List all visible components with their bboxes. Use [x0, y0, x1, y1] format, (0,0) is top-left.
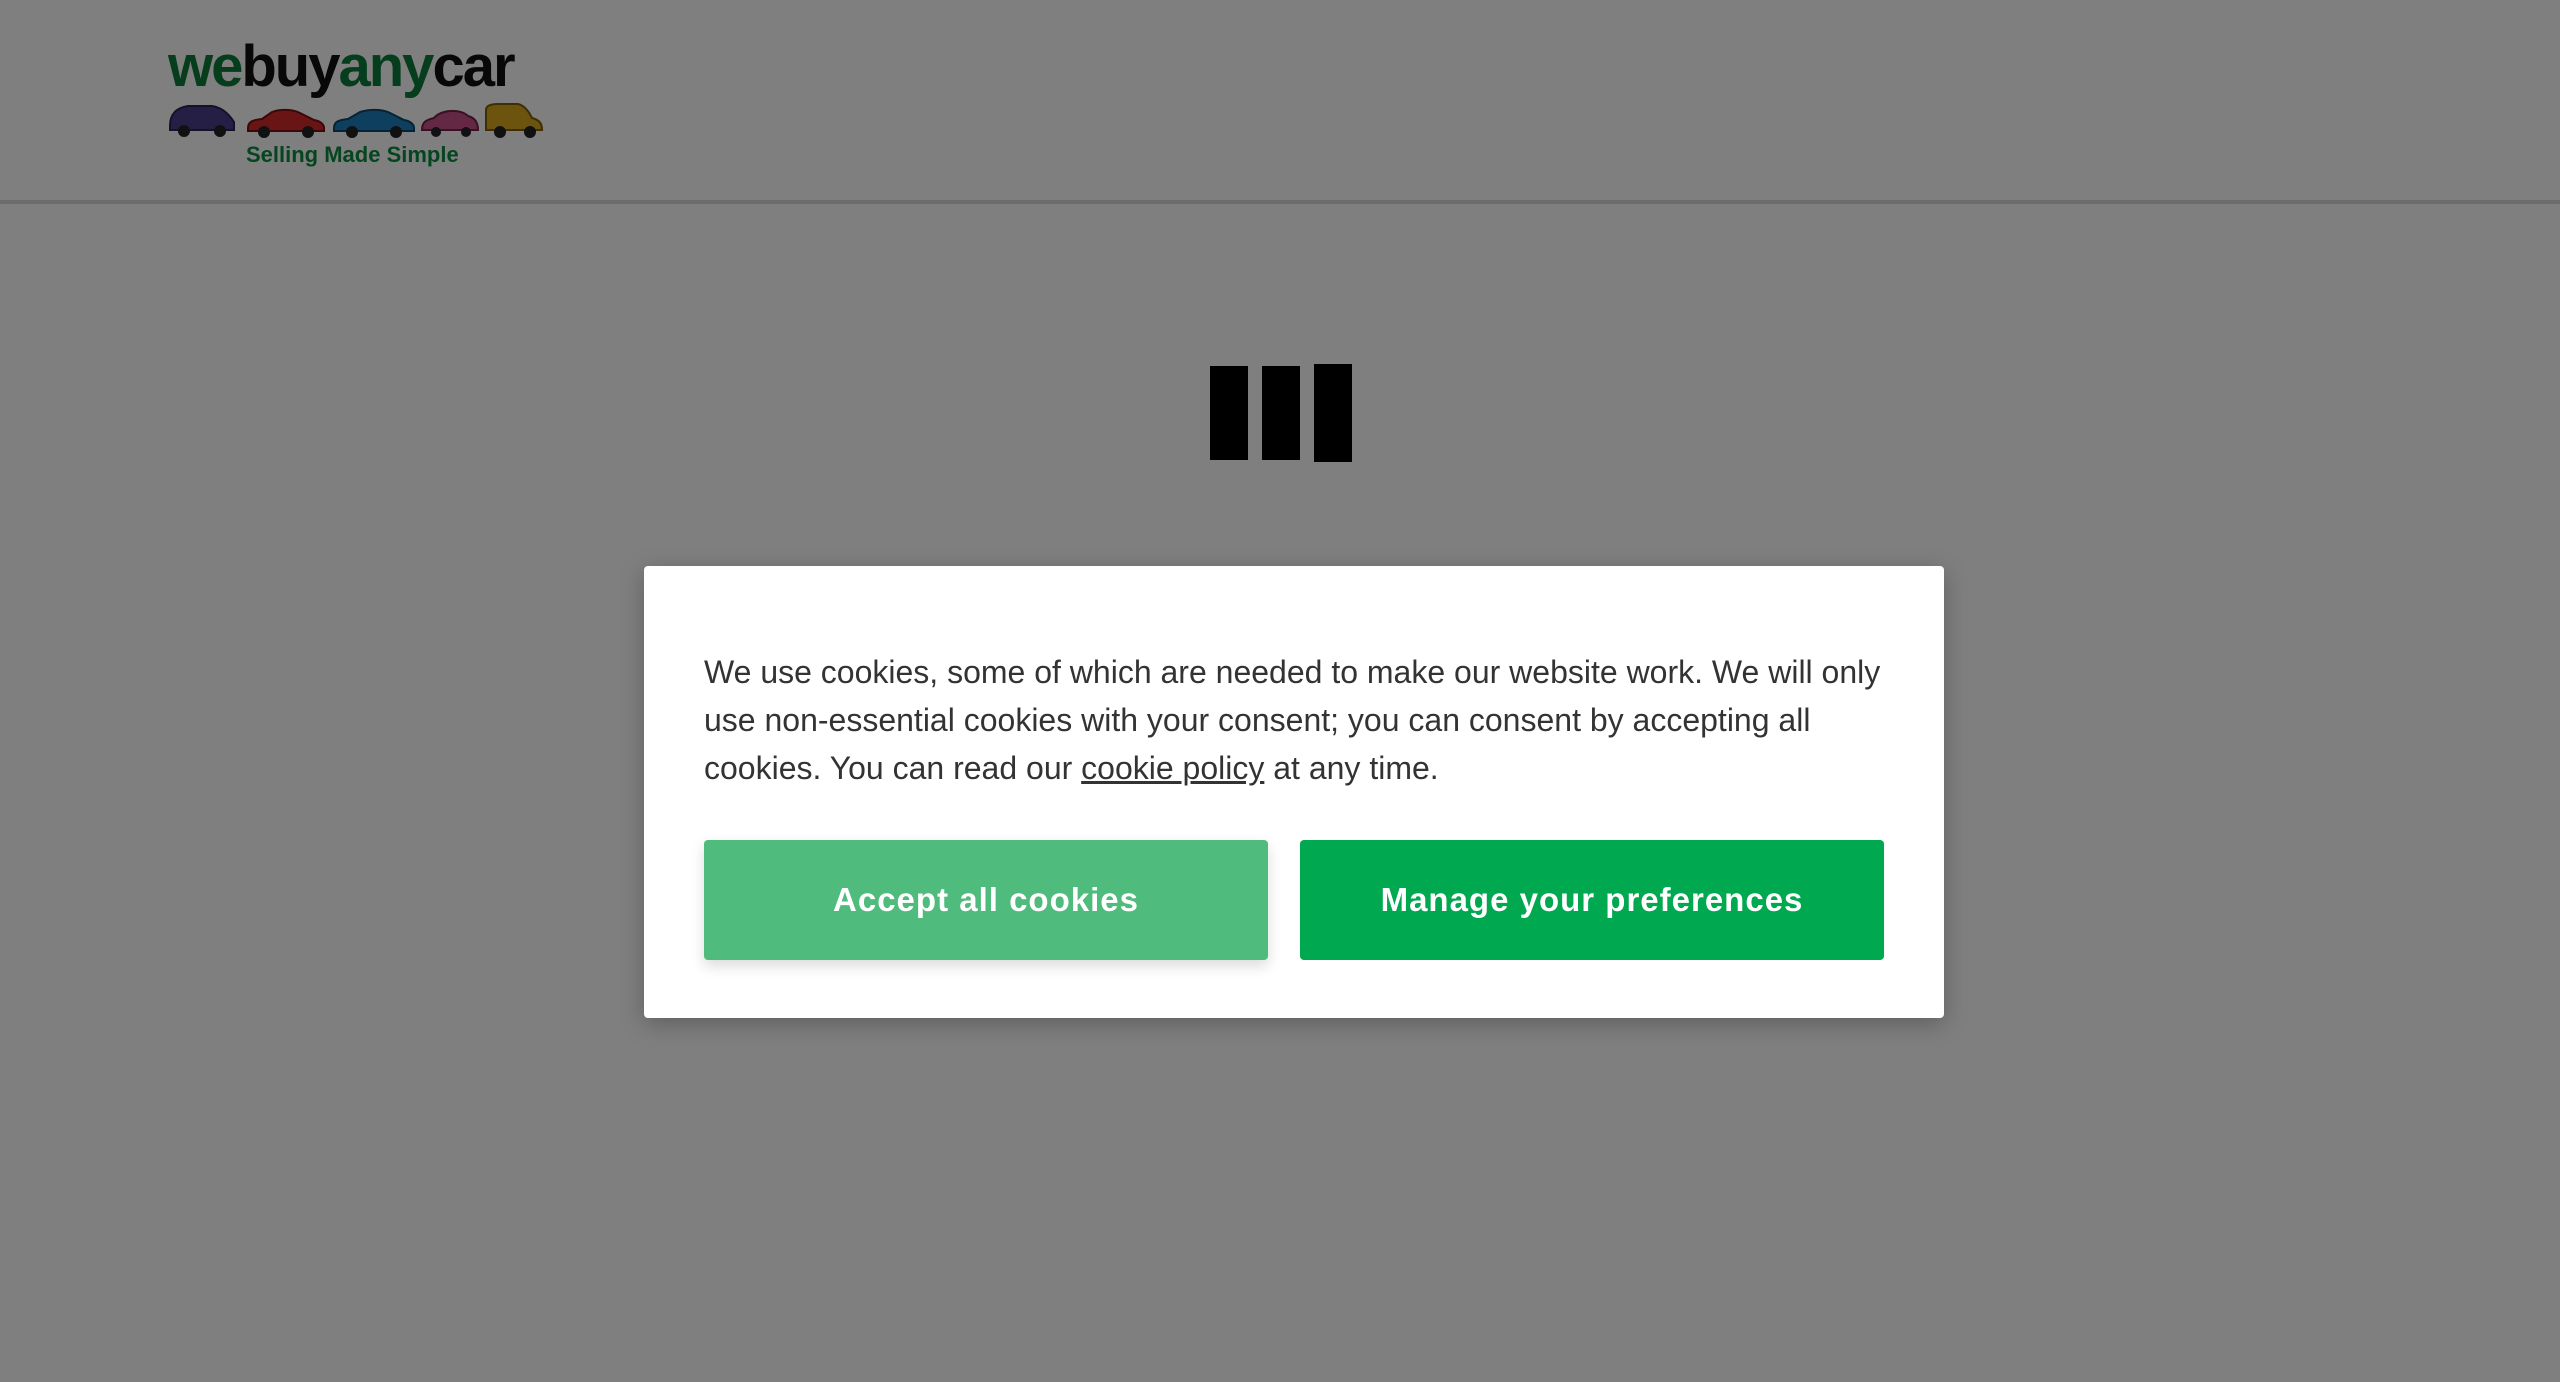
- cookie-consent-dialog: We use cookies, some of which are needed…: [644, 566, 1944, 1018]
- cookie-consent-message: We use cookies, some of which are needed…: [704, 648, 1894, 792]
- cookie-policy-link[interactable]: cookie policy: [1081, 750, 1264, 786]
- cookie-text-after-link: at any time.: [1264, 750, 1439, 786]
- manage-preferences-button[interactable]: Manage your preferences: [1300, 840, 1884, 960]
- accept-all-cookies-button[interactable]: Accept all cookies: [704, 840, 1268, 960]
